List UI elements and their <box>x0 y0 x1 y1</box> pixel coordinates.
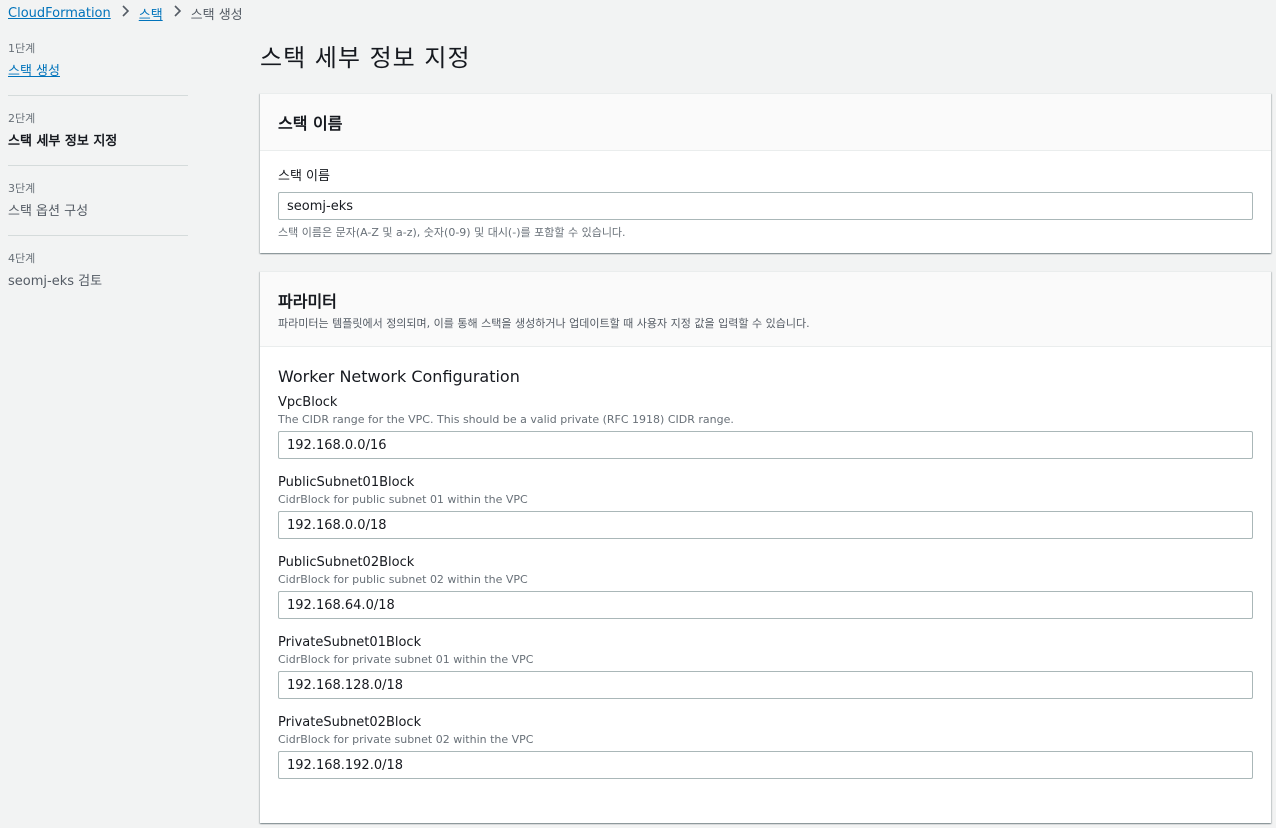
step-link-create-stack[interactable]: 스택 생성 <box>8 60 188 79</box>
breadcrumb: CloudFormation 스택 스택 생성 <box>8 3 243 23</box>
panel-title: 스택 이름 <box>278 114 343 133</box>
breadcrumb-cloudformation[interactable]: CloudFormation <box>8 6 111 21</box>
breadcrumb-current: 스택 생성 <box>190 7 243 23</box>
chevron-right-icon <box>111 5 139 21</box>
step-label-current: 스택 세부 정보 지정 <box>8 134 118 149</box>
param-description: CidrBlock for private subnet 01 within t… <box>278 653 534 666</box>
chevron-right-icon <box>163 5 191 21</box>
wizard-steps: 1단계 스택 생성 2단계 스택 세부 정보 지정 3단계 스택 옵션 구성 4… <box>8 40 188 305</box>
wizard-step-1: 1단계 스택 생성 <box>8 40 188 95</box>
param-description: The CIDR range for the VPC. This should … <box>278 413 734 426</box>
panel-body: 스택 이름 스택 이름은 문자(A-Z 및 a-z), 숫자(0-9) 및 대시… <box>260 151 1271 240</box>
step-label: 스택 옵션 구성 <box>8 204 89 219</box>
page-title: 스택 세부 정보 지정 <box>260 44 471 72</box>
publicsubnet02block-input[interactable] <box>278 591 1253 619</box>
param-label: PublicSubnet02Block <box>278 555 415 570</box>
panel-body: Worker Network Configuration VpcBlock Th… <box>260 347 1271 779</box>
param-label: PublicSubnet01Block <box>278 475 415 490</box>
privatesubnet02block-input[interactable] <box>278 751 1253 779</box>
param-field-vpcblock: VpcBlock The CIDR range for the VPC. Thi… <box>278 395 1253 459</box>
param-label: PrivateSubnet01Block <box>278 635 422 650</box>
panel-header: 파라미터 파라미터는 템플릿에서 정의되며, 이를 통해 스택을 생성하거나 업… <box>260 272 1271 347</box>
section-title: Worker Network Configuration <box>278 367 520 386</box>
step-label: seomj-eks 검토 <box>8 274 103 289</box>
stack-name-label: 스택 이름 <box>278 169 330 184</box>
panel-title: 파라미터 <box>278 292 337 311</box>
vpcblock-input[interactable] <box>278 431 1253 459</box>
step-number: 1단계 <box>8 42 36 55</box>
param-field-privatesubnet01block: PrivateSubnet01Block CidrBlock for priva… <box>278 635 1253 699</box>
wizard-step-2: 2단계 스택 세부 정보 지정 <box>8 95 188 165</box>
stack-name-panel: 스택 이름 스택 이름 스택 이름은 문자(A-Z 및 a-z), 숫자(0-9… <box>260 93 1271 253</box>
param-description: CidrBlock for public subnet 02 within th… <box>278 573 528 586</box>
panel-description: 파라미터는 템플릿에서 정의되며, 이를 통해 스택을 생성하거나 업데이트할 … <box>278 317 810 330</box>
wizard-step-4: 4단계 seomj-eks 검토 <box>8 235 188 305</box>
breadcrumb-stacks[interactable]: 스택 <box>139 4 163 23</box>
privatesubnet01block-input[interactable] <box>278 671 1253 699</box>
step-number: 3단계 <box>8 182 36 195</box>
param-label: PrivateSubnet02Block <box>278 715 422 730</box>
parameters-panel: 파라미터 파라미터는 템플릿에서 정의되며, 이를 통해 스택을 생성하거나 업… <box>260 271 1271 823</box>
param-label: VpcBlock <box>278 395 338 410</box>
param-field-publicsubnet01block: PublicSubnet01Block CidrBlock for public… <box>278 475 1253 539</box>
wizard-step-3: 3단계 스택 옵션 구성 <box>8 165 188 235</box>
panel-header: 스택 이름 <box>260 94 1271 151</box>
stack-name-hint: 스택 이름은 문자(A-Z 및 a-z), 숫자(0-9) 및 대시(-)를 포… <box>278 226 626 239</box>
param-field-publicsubnet02block: PublicSubnet02Block CidrBlock for public… <box>278 555 1253 619</box>
param-description: CidrBlock for public subnet 01 within th… <box>278 493 528 506</box>
step-number: 4단계 <box>8 252 36 265</box>
step-number: 2단계 <box>8 112 36 125</box>
param-description: CidrBlock for private subnet 02 within t… <box>278 733 534 746</box>
stack-name-input[interactable] <box>278 192 1253 220</box>
param-field-privatesubnet02block: PrivateSubnet02Block CidrBlock for priva… <box>278 715 1253 779</box>
publicsubnet01block-input[interactable] <box>278 511 1253 539</box>
